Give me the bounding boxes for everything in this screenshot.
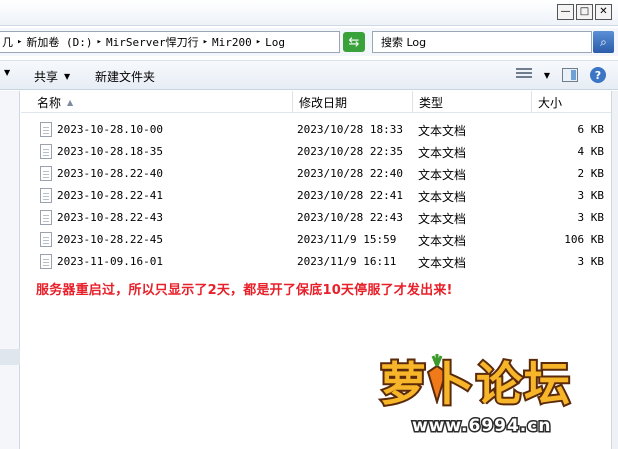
file-modified: 2023/10/28 18:33 <box>297 123 403 136</box>
share-button[interactable]: 共享 ▼ <box>34 68 70 85</box>
file-row[interactable]: 2023-10-28.22-41 2023/10/28 22:41 文本文档 3 KB <box>30 185 610 207</box>
chevron-right-icon[interactable]: ▸ <box>17 37 22 47</box>
file-modified: 2023/10/28 22:35 <box>297 145 403 158</box>
breadcrumb-segment[interactable]: Log <box>265 36 285 49</box>
column-size-label: 大小 <box>538 95 563 110</box>
file-name: 2023-10-28.22-43 <box>57 211 163 224</box>
text-file-icon <box>40 232 52 247</box>
file-size: 3 KB <box>577 255 605 268</box>
file-type: 文本文档 <box>418 146 467 160</box>
file-modified: 2023/11/9 16:11 <box>297 255 397 268</box>
file-size: 3 KB <box>577 189 605 202</box>
text-file-icon <box>40 210 52 225</box>
text-file-icon <box>40 166 52 181</box>
column-type-label: 类型 <box>419 95 444 110</box>
share-label: 共享 <box>34 70 59 84</box>
chevron-down-icon[interactable]: ▼ <box>544 71 550 80</box>
text-file-icon <box>40 144 52 159</box>
file-name: 2023-10-28.18-35 <box>57 145 163 158</box>
help-icon[interactable]: ? <box>590 67 606 83</box>
annotation-text: 服务器重启过，所以只显示了2天，都是开了保底10天停服了才发出来! <box>36 283 453 298</box>
chevron-right-icon[interactable]: ▸ <box>97 37 102 47</box>
minimize-button[interactable]: — <box>557 4 574 20</box>
file-type: 文本文档 <box>418 256 467 270</box>
title-bar: — □ ✕ <box>0 0 618 26</box>
breadcrumb-segment[interactable]: 新加卷 (D:) <box>26 34 92 50</box>
file-name: 2023-11-09.16-01 <box>57 255 163 268</box>
logo-url: www.6994.cn <box>410 415 552 438</box>
sort-ascending-icon: ▲ <box>67 97 74 107</box>
search-button[interactable]: ⌕ <box>593 31 614 53</box>
forum-logo: 萝卜论坛 www.6994.cn <box>372 348 602 446</box>
column-header-size[interactable]: 大小 <box>532 91 611 113</box>
view-options-icon[interactable] <box>515 68 532 82</box>
file-modified: 2023/10/28 22:40 <box>297 167 403 180</box>
file-name: 2023-10-28.22-40 <box>57 167 163 180</box>
column-modified-label: 修改日期 <box>299 95 348 110</box>
file-size: 4 KB <box>577 145 605 158</box>
file-size: 3 KB <box>577 211 605 224</box>
organize-dropdown[interactable]: ▼ <box>4 68 10 77</box>
file-type: 文本文档 <box>418 234 467 248</box>
file-modified: 2023/10/28 22:43 <box>297 211 403 224</box>
breadcrumb-segment[interactable]: 几 <box>2 34 13 50</box>
new-folder-button[interactable]: 新建文件夹 <box>95 68 155 85</box>
file-row[interactable]: 2023-10-28.22-40 2023/10/28 22:40 文本文档 2 KB <box>30 163 610 185</box>
window-controls: — □ ✕ <box>557 4 612 20</box>
search-input[interactable]: 搜索 Log <box>372 31 592 53</box>
close-button[interactable]: ✕ <box>595 4 612 20</box>
column-header-modified[interactable]: 修改日期 <box>293 91 413 113</box>
file-row[interactable]: 2023-10-28.22-43 2023/10/28 22:43 文本文档 3 KB <box>30 207 610 229</box>
column-header-type[interactable]: 类型 <box>413 91 532 113</box>
refresh-button[interactable]: ⇆ <box>343 32 365 52</box>
search-placeholder: 搜索 Log <box>381 36 427 49</box>
file-row[interactable]: 2023-10-28.22-45 2023/11/9 15:59 文本文档 106 K… <box>30 229 610 251</box>
navigation-pane[interactable] <box>0 91 20 449</box>
logo-wordmark: 萝卜论坛 <box>378 355 572 413</box>
new-folder-label: 新建文件夹 <box>95 70 156 84</box>
text-file-icon <box>40 254 52 269</box>
file-type: 文本文档 <box>418 168 467 182</box>
file-row[interactable]: 2023-10-28.18-35 2023/10/28 22:35 文本文档 4 KB <box>30 141 610 163</box>
breadcrumb-segment[interactable]: MirServer悍刀行 <box>106 34 199 50</box>
chevron-right-icon[interactable]: ▸ <box>256 37 261 47</box>
file-modified: 2023/11/9 15:59 <box>297 233 397 246</box>
view-controls: ▼ ? <box>515 67 606 83</box>
file-name: 2023-10-28.10-00 <box>57 123 163 136</box>
chevron-right-icon[interactable]: ▸ <box>203 37 208 47</box>
chevron-down-icon: ▼ <box>4 68 11 77</box>
file-row[interactable]: 2023-10-28.10-00 2023/10/28 18:33 文本文档 6 KB <box>30 119 610 141</box>
address-bar[interactable]: 几 ▸ 新加卷 (D:) ▸ MirServer悍刀行 ▸ Mir200 ▸ L… <box>0 31 340 53</box>
chevron-down-icon: ▼ <box>64 72 71 81</box>
refresh-icon: ⇆ <box>348 34 360 50</box>
column-headers: 名称 ▲ 修改日期 类型 大小 <box>21 91 611 113</box>
column-name-label: 名称 <box>37 95 62 110</box>
file-name: 2023-10-28.22-45 <box>57 233 163 246</box>
file-modified: 2023/10/28 22:41 <box>297 189 403 202</box>
column-header-name[interactable]: 名称 ▲ <box>31 91 293 113</box>
file-size: 106 KB <box>564 233 604 246</box>
text-file-icon <box>40 122 52 137</box>
file-size: 6 KB <box>577 123 605 136</box>
file-type: 文本文档 <box>418 190 467 204</box>
file-row[interactable]: 2023-11-09.16-01 2023/11/9 16:11 文本文档 3 KB <box>30 251 610 273</box>
command-bar: ▼ 共享 ▼ 新建文件夹 ▼ ? <box>0 60 618 90</box>
text-file-icon <box>40 188 52 203</box>
maximize-button[interactable]: □ <box>576 4 593 20</box>
file-type: 文本文档 <box>418 124 467 138</box>
breadcrumb-segment[interactable]: Mir200 <box>212 36 252 49</box>
search-icon: ⌕ <box>600 34 607 49</box>
vertical-scrollbar[interactable] <box>611 91 618 449</box>
navigation-selected-item[interactable] <box>0 349 20 365</box>
file-size: 2 KB <box>577 167 605 180</box>
preview-pane-icon[interactable] <box>562 68 578 82</box>
file-name: 2023-10-28.22-41 <box>57 189 163 202</box>
file-type: 文本文档 <box>418 212 467 226</box>
address-row: 几 ▸ 新加卷 (D:) ▸ MirServer悍刀行 ▸ Mir200 ▸ L… <box>0 28 618 56</box>
